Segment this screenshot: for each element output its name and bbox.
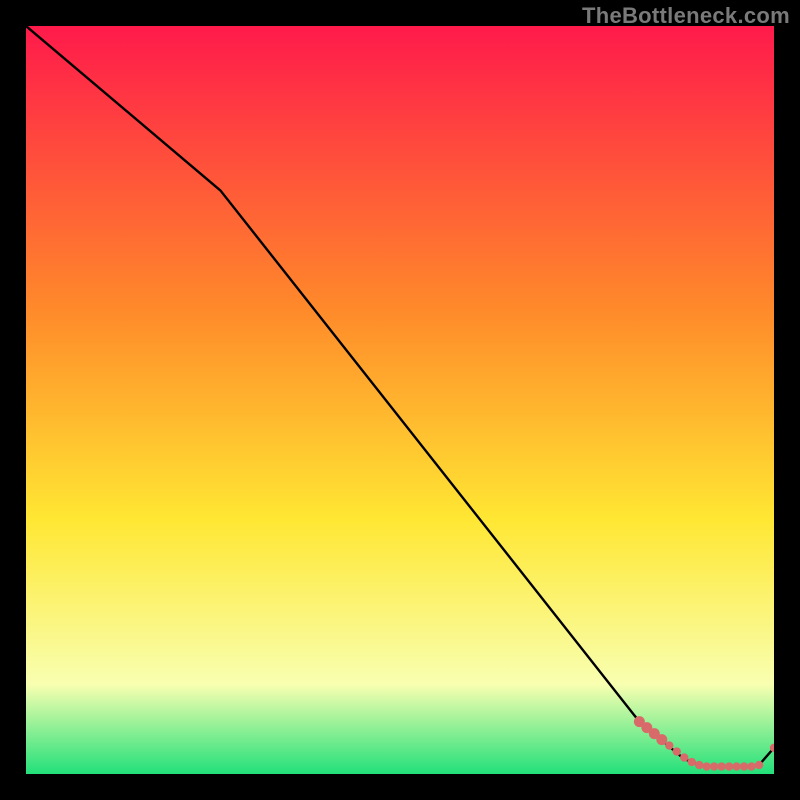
marker-dot: [732, 762, 740, 770]
plot-area: [26, 26, 774, 774]
chart-frame: TheBottleneck.com: [0, 0, 800, 800]
marker-dot: [747, 762, 755, 770]
bottleneck-chart: [26, 26, 774, 774]
marker-dot: [740, 762, 748, 770]
marker-dot: [656, 734, 667, 745]
marker-dot: [673, 747, 681, 755]
gradient-background: [26, 26, 774, 774]
marker-dot: [665, 741, 673, 749]
marker-dot: [688, 758, 696, 766]
marker-dot: [702, 762, 710, 770]
marker-dot: [680, 753, 688, 761]
marker-dot: [725, 762, 733, 770]
marker-dot: [755, 761, 763, 769]
marker-dot: [710, 762, 718, 770]
marker-dot: [695, 761, 703, 769]
watermark-text: TheBottleneck.com: [582, 3, 790, 29]
marker-dot: [717, 762, 725, 770]
